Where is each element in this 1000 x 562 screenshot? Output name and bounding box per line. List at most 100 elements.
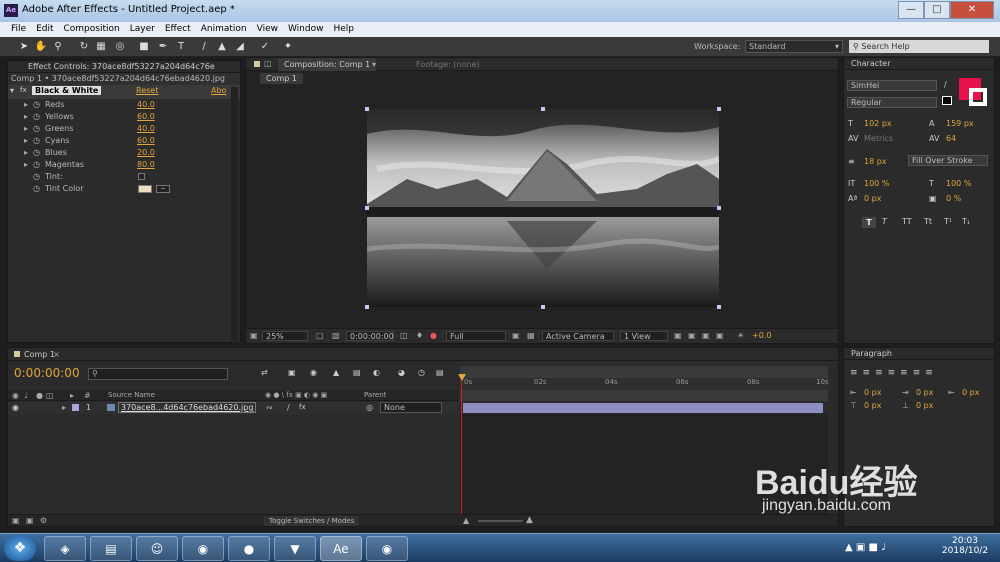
transparency-grid-icon[interactable]: ▦ <box>527 331 535 340</box>
flowchart-icon[interactable]: ▣ <box>716 331 724 340</box>
hand-tool-icon[interactable]: ✋ <box>34 40 48 54</box>
toggle-switches-button[interactable]: Toggle Switches / Modes <box>264 516 360 526</box>
zoom-out-icon[interactable]: ▲ <box>463 516 469 525</box>
timeline-search-input[interactable]: ⚲ <box>88 368 228 380</box>
stopwatch-icon[interactable]: ◷ <box>33 159 40 171</box>
start-button[interactable]: ❖ <box>4 535 36 561</box>
stroke-mode-select[interactable]: Fill Over Stroke <box>908 155 988 166</box>
subscript-button[interactable]: T₁ <box>962 217 970 226</box>
tint-checkbox[interactable] <box>138 173 145 180</box>
camera-tool-icon[interactable]: ▦ <box>94 40 108 54</box>
always-preview-icon[interactable]: ▣ <box>250 331 258 340</box>
layer-row[interactable]: ◉ ▸ 1 370ace8...4d64c76ebad4620.jpg ∾ / … <box>8 402 458 414</box>
channel-icon[interactable]: ● <box>430 331 437 340</box>
parent-select[interactable]: None <box>380 402 442 413</box>
draft-3d-icon[interactable]: ◉ <box>310 368 317 377</box>
work-area-bar[interactable] <box>460 390 828 401</box>
comp-sub-tab[interactable]: Comp 1 <box>260 73 303 84</box>
leading-value[interactable]: 159 px <box>946 119 974 128</box>
taskbar-recorder-icon[interactable]: ◉ <box>366 536 408 561</box>
resolution-select[interactable]: Full <box>446 331 506 341</box>
transform-handle[interactable] <box>365 305 369 309</box>
taskbar-qq-icon[interactable]: ☺ <box>136 536 178 561</box>
exposure-icon[interactable]: ☀ <box>737 331 744 340</box>
shy-switch-icon[interactable]: ∾ <box>266 403 273 412</box>
param-value[interactable]: 40.0 <box>137 123 155 135</box>
zoom-in-icon[interactable]: ▲ <box>526 515 533 525</box>
horizontal-scale-value[interactable]: 100 % <box>946 179 971 188</box>
stopwatch-icon[interactable]: ◷ <box>33 147 40 159</box>
font-size-value[interactable]: 102 px <box>864 119 892 128</box>
expand-arrow-icon[interactable]: ▸ <box>24 111 28 123</box>
camera-select[interactable]: Active Camera <box>542 331 614 341</box>
faux-italic-button[interactable]: T <box>882 217 887 226</box>
menu-file[interactable]: File <box>11 22 26 37</box>
puppet-pin-tool-icon[interactable]: ✦ <box>281 40 295 54</box>
stopwatch-icon[interactable]: ◷ <box>33 123 40 135</box>
font-style-select[interactable]: Regular <box>847 97 937 108</box>
roi-icon[interactable]: ▣ <box>512 331 520 340</box>
frame-blending-icon[interactable]: ▤ <box>353 368 361 377</box>
transfer-controls-icon[interactable]: ▣ <box>26 516 34 525</box>
all-caps-button[interactable]: TT <box>902 217 912 226</box>
timeline-timecode[interactable]: 0:00:00:00 <box>14 366 80 380</box>
comp-viewer-image[interactable] <box>367 109 719 307</box>
font-family-select[interactable]: SimHei <box>847 80 937 91</box>
maximize-button[interactable]: □ <box>924 1 950 19</box>
faux-bold-button[interactable]: T <box>862 217 876 228</box>
eraser-tool-icon[interactable]: ◢ <box>233 40 247 54</box>
region-icon[interactable]: □ <box>316 331 324 340</box>
effect-controls-tab[interactable]: Effect Controls: 370ace8df53227a204d64c7… <box>8 61 240 73</box>
exposure-value[interactable]: +0.0 <box>752 331 771 340</box>
tint-color-swatch[interactable] <box>138 185 152 193</box>
param-value[interactable]: 20.0 <box>137 147 155 159</box>
expand-arrow-icon[interactable]: ▸ <box>24 147 28 159</box>
param-value[interactable]: 40.0 <box>137 99 155 111</box>
fx-switch-icon[interactable]: fx <box>299 403 306 411</box>
tray-icons[interactable]: ▲ ▣ ■ ♩ <box>845 542 886 553</box>
fx-icon[interactable]: fx <box>20 86 27 94</box>
layer-switches-icon[interactable]: ▣ <box>12 516 20 525</box>
playhead-icon[interactable] <box>458 374 466 381</box>
time-ruler[interactable]: 0s 02s 04s 06s 08s 10s <box>460 378 829 390</box>
menu-help[interactable]: Help <box>333 22 354 37</box>
stopwatch-icon[interactable]: ◷ <box>33 111 40 123</box>
expand-arrow-icon[interactable]: ▸ <box>24 99 28 111</box>
views-select[interactable]: 1 View <box>620 331 668 341</box>
search-help-input[interactable]: ⚲ Search Help <box>849 40 989 53</box>
label-color-icon[interactable] <box>72 404 79 411</box>
composition-tab[interactable]: Composition: Comp 1 <box>278 58 377 71</box>
grid-icon[interactable]: ▧ <box>332 331 340 340</box>
taskbar-app-icon[interactable]: ▼ <box>274 536 316 561</box>
auto-keyframe-icon[interactable]: ◷ <box>418 368 425 377</box>
character-tab[interactable]: Character <box>844 58 994 70</box>
taskbar-firefox-icon[interactable]: ● <box>228 536 270 561</box>
expand-triangle-icon[interactable]: ▾ <box>10 86 14 95</box>
param-value[interactable]: 60.0 <box>137 135 155 147</box>
in-out-icon[interactable]: ⚙ <box>40 516 47 525</box>
pickwhip-icon[interactable]: ◎ <box>366 403 373 412</box>
menu-view[interactable]: View <box>257 22 278 37</box>
workspace-select[interactable]: Standard ▾ <box>745 40 843 53</box>
space-after-value[interactable]: 0 px <box>916 401 933 410</box>
layer-name[interactable]: 370ace8...4d64c76ebad4620.jpg <box>118 402 257 413</box>
stroke-width-value[interactable]: 18 px <box>864 157 887 166</box>
paragraph-tab[interactable]: Paragraph <box>844 348 994 360</box>
space-before-value[interactable]: 0 px <box>864 401 881 410</box>
taskbar-media-icon[interactable]: ◉ <box>182 536 224 561</box>
live-update-icon[interactable]: ▣ <box>288 368 296 377</box>
tracking-value[interactable]: 64 <box>946 134 956 143</box>
small-caps-button[interactable]: Tt <box>924 217 932 226</box>
chevron-down-icon[interactable]: ▾ <box>372 58 376 71</box>
taskbar-browser-icon[interactable]: ◈ <box>44 536 86 561</box>
zoom-select[interactable]: 25% <box>262 331 308 341</box>
zoom-slider[interactable] <box>478 520 523 522</box>
pen-tool-icon[interactable]: ✒ <box>156 40 170 54</box>
quality-switch-icon[interactable]: / <box>287 403 290 412</box>
stopwatch-icon[interactable]: ◷ <box>33 183 40 195</box>
graph-editor-icon[interactable]: ▤ <box>436 368 444 377</box>
menu-edit[interactable]: Edit <box>36 22 53 37</box>
snapshot-icon[interactable]: ◫ <box>400 331 408 340</box>
reset-link[interactable]: Reset <box>136 86 158 95</box>
clone-stamp-tool-icon[interactable]: ▲ <box>215 40 229 54</box>
